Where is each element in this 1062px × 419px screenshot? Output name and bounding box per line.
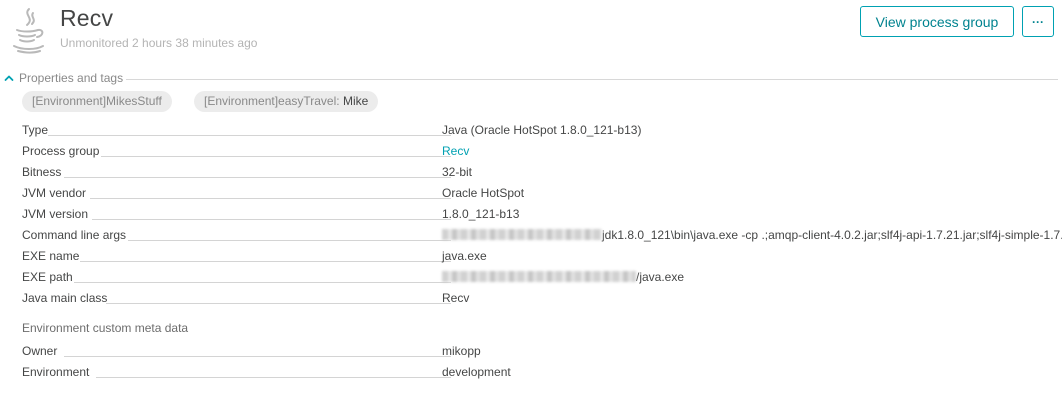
property-row-process-group: Process group Recv <box>22 143 1062 161</box>
property-row-jvm-version: JVM version 1.8.0_121-b13 <box>22 206 1062 224</box>
chevron-up-icon <box>4 75 14 81</box>
section-divider <box>126 79 1058 80</box>
property-row-jvm-vendor: JVM vendor Oracle HotSpot <box>22 185 1062 203</box>
dotted-leader <box>90 198 451 199</box>
dotted-leader <box>106 303 451 304</box>
dotted-leader <box>64 356 451 357</box>
properties-section-toggle[interactable]: Properties and tags <box>4 70 123 86</box>
property-value: Recv <box>442 291 470 305</box>
property-row-type: Type Java (Oracle HotSpot 1.8.0_121-b13) <box>22 122 1062 140</box>
property-value: 1.8.0_121-b13 <box>442 207 520 221</box>
property-label: JVM vendor <box>22 186 87 200</box>
property-row-command-line-args: Command line args jdk1.8.0_121\bin\java.… <box>22 227 1062 245</box>
java-icon <box>13 8 44 54</box>
property-row-bitness: Bitness 32-bit <box>22 164 1062 182</box>
property-label: Java main class <box>22 291 108 305</box>
dotted-leader <box>64 177 451 178</box>
process-header: Recv Unmonitored 2 hours 38 minutes ago … <box>0 0 1062 66</box>
dotted-leader <box>80 261 451 262</box>
property-label: Type <box>22 123 49 137</box>
property-value: /java.exe <box>442 270 684 284</box>
tag-chip[interactable]: [Environment]MikesStuff <box>22 91 172 112</box>
page-title: Recv <box>60 5 114 31</box>
redacted-text <box>442 271 636 282</box>
dotted-leader <box>96 377 451 378</box>
property-value: Oracle HotSpot <box>442 186 525 200</box>
property-label: EXE name <box>22 249 80 263</box>
section-title: Properties and tags <box>19 71 124 85</box>
property-row-exe-name: EXE name java.exe <box>22 248 1062 266</box>
custom-meta-heading: Environment custom meta data <box>22 321 189 335</box>
property-value: development <box>442 365 511 379</box>
command-line-text: jdk1.8.0_121\bin\java.exe -cp .;amqp-cli… <box>602 228 1062 242</box>
tag-key: [Environment]MikesStuff <box>32 94 162 108</box>
property-row-java-main-class: Java main class Recv <box>22 290 1062 308</box>
property-row-exe-path: EXE path /java.exe <box>22 269 1062 287</box>
property-label: Command line args <box>22 228 127 242</box>
property-label: EXE path <box>22 270 73 284</box>
redacted-text <box>442 229 602 240</box>
property-value: jdk1.8.0_121\bin\java.exe -cp .;amqp-cli… <box>442 228 1062 242</box>
property-value: 32-bit <box>442 165 473 179</box>
property-label: Process group <box>22 144 100 158</box>
dotted-leader <box>48 135 451 136</box>
meta-row-owner: Owner mikopp <box>22 343 1062 361</box>
tag-key: [Environment]easyTravel: <box>204 94 343 108</box>
dotted-leader <box>128 240 451 241</box>
property-label: Bitness <box>22 165 62 179</box>
property-value: Java (Oracle HotSpot 1.8.0_121-b13) <box>442 123 642 137</box>
property-value: mikopp <box>442 344 481 358</box>
dotted-leader <box>92 219 451 220</box>
dotted-leader <box>74 282 451 283</box>
property-label: JVM version <box>22 207 89 221</box>
more-actions-button[interactable]: ··· <box>1022 6 1054 37</box>
exe-path-text: /java.exe <box>636 270 685 284</box>
property-value: java.exe <box>442 249 487 263</box>
meta-row-environment: Environment development <box>22 364 1062 382</box>
process-group-link[interactable]: Recv <box>442 144 469 158</box>
property-label: Environment <box>22 365 90 379</box>
property-label: Owner <box>22 344 58 358</box>
monitoring-status: Unmonitored 2 hours 38 minutes ago <box>60 36 258 50</box>
tag-chip[interactable]: [Environment]easyTravel: Mike <box>194 91 379 112</box>
tag-value: Mike <box>342 94 369 108</box>
dotted-leader <box>101 156 451 157</box>
view-process-group-button[interactable]: View process group <box>860 6 1014 37</box>
